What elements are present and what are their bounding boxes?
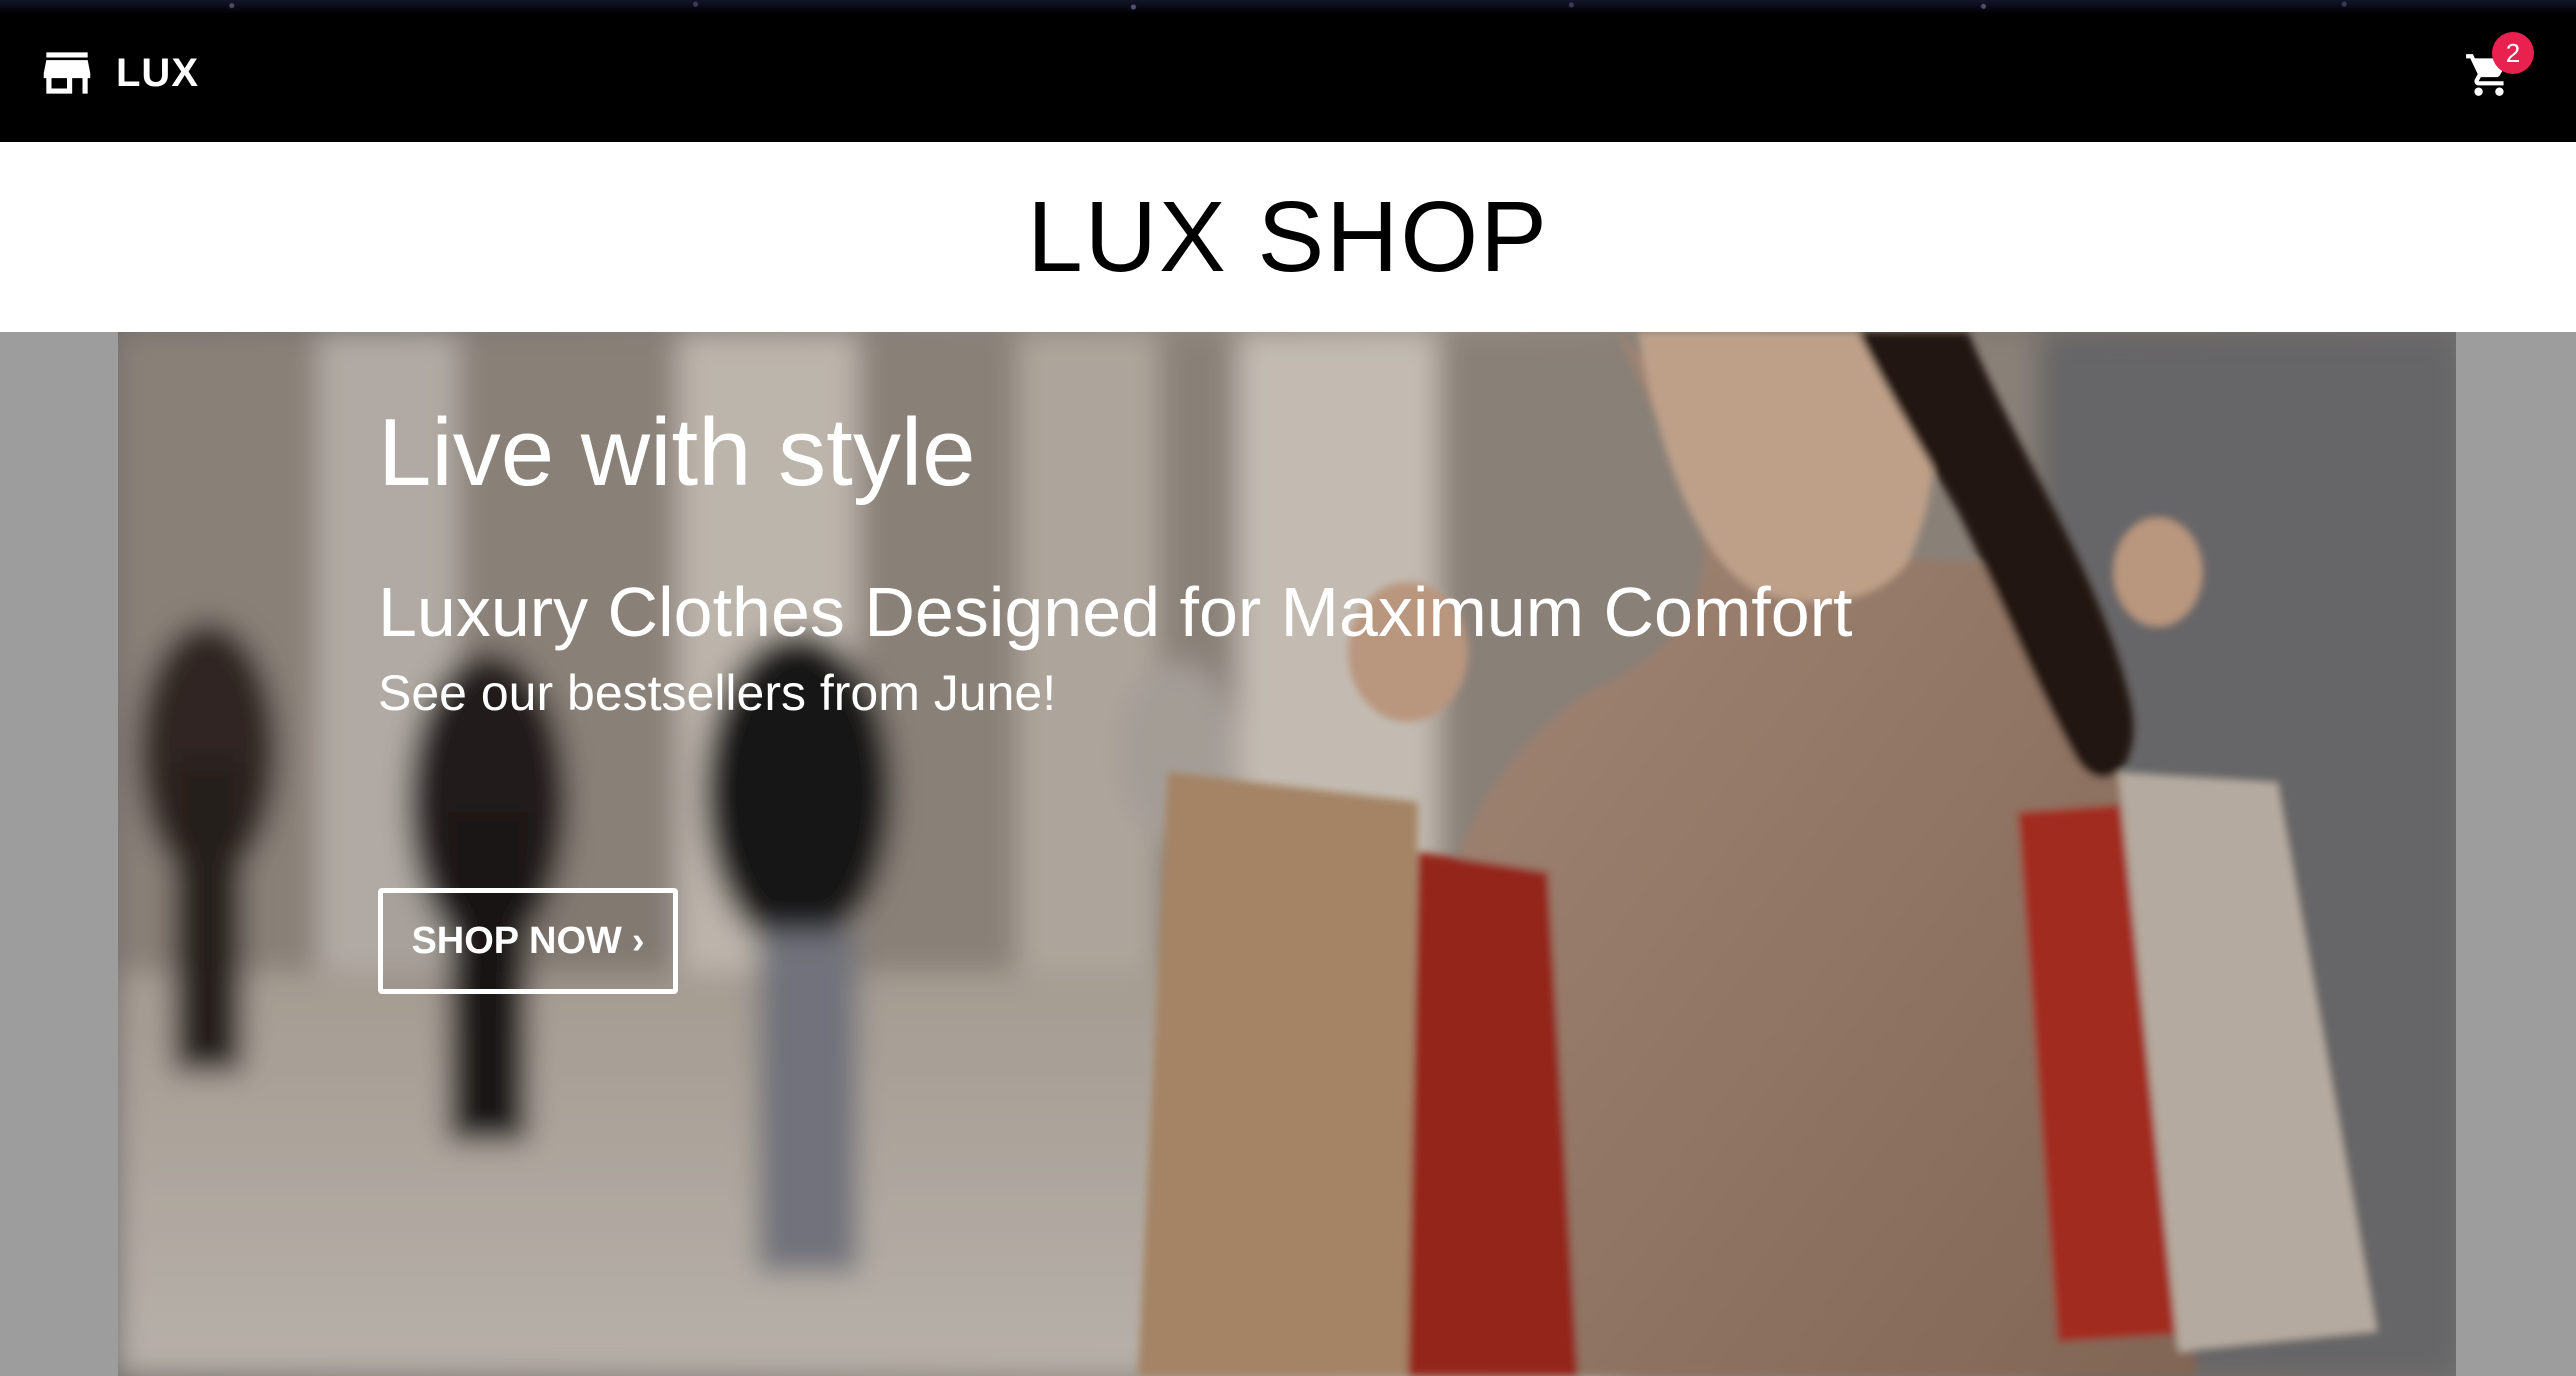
chevron-right-icon: › bbox=[631, 919, 645, 962]
hero-headline: Live with style bbox=[378, 399, 976, 506]
hero-subheadline: Luxury Clothes Designed for Maximum Comf… bbox=[378, 573, 1853, 651]
cart-count-badge: 2 bbox=[2492, 32, 2534, 74]
page-title-band: LUX SHOP bbox=[0, 142, 2576, 332]
header-starfield bbox=[0, 0, 2576, 14]
store-icon bbox=[43, 52, 91, 94]
page-title: LUX SHOP bbox=[1027, 180, 1549, 293]
brand-logo-link[interactable]: LUX bbox=[36, 42, 199, 104]
top-app-bar bbox=[0, 0, 2576, 142]
brand-name: LUX bbox=[116, 50, 199, 95]
shop-now-button[interactable]: SHOP NOW › bbox=[378, 888, 678, 994]
shop-now-label: SHOP NOW bbox=[411, 919, 622, 962]
hero-note: See our bestsellers from June! bbox=[378, 665, 1057, 721]
